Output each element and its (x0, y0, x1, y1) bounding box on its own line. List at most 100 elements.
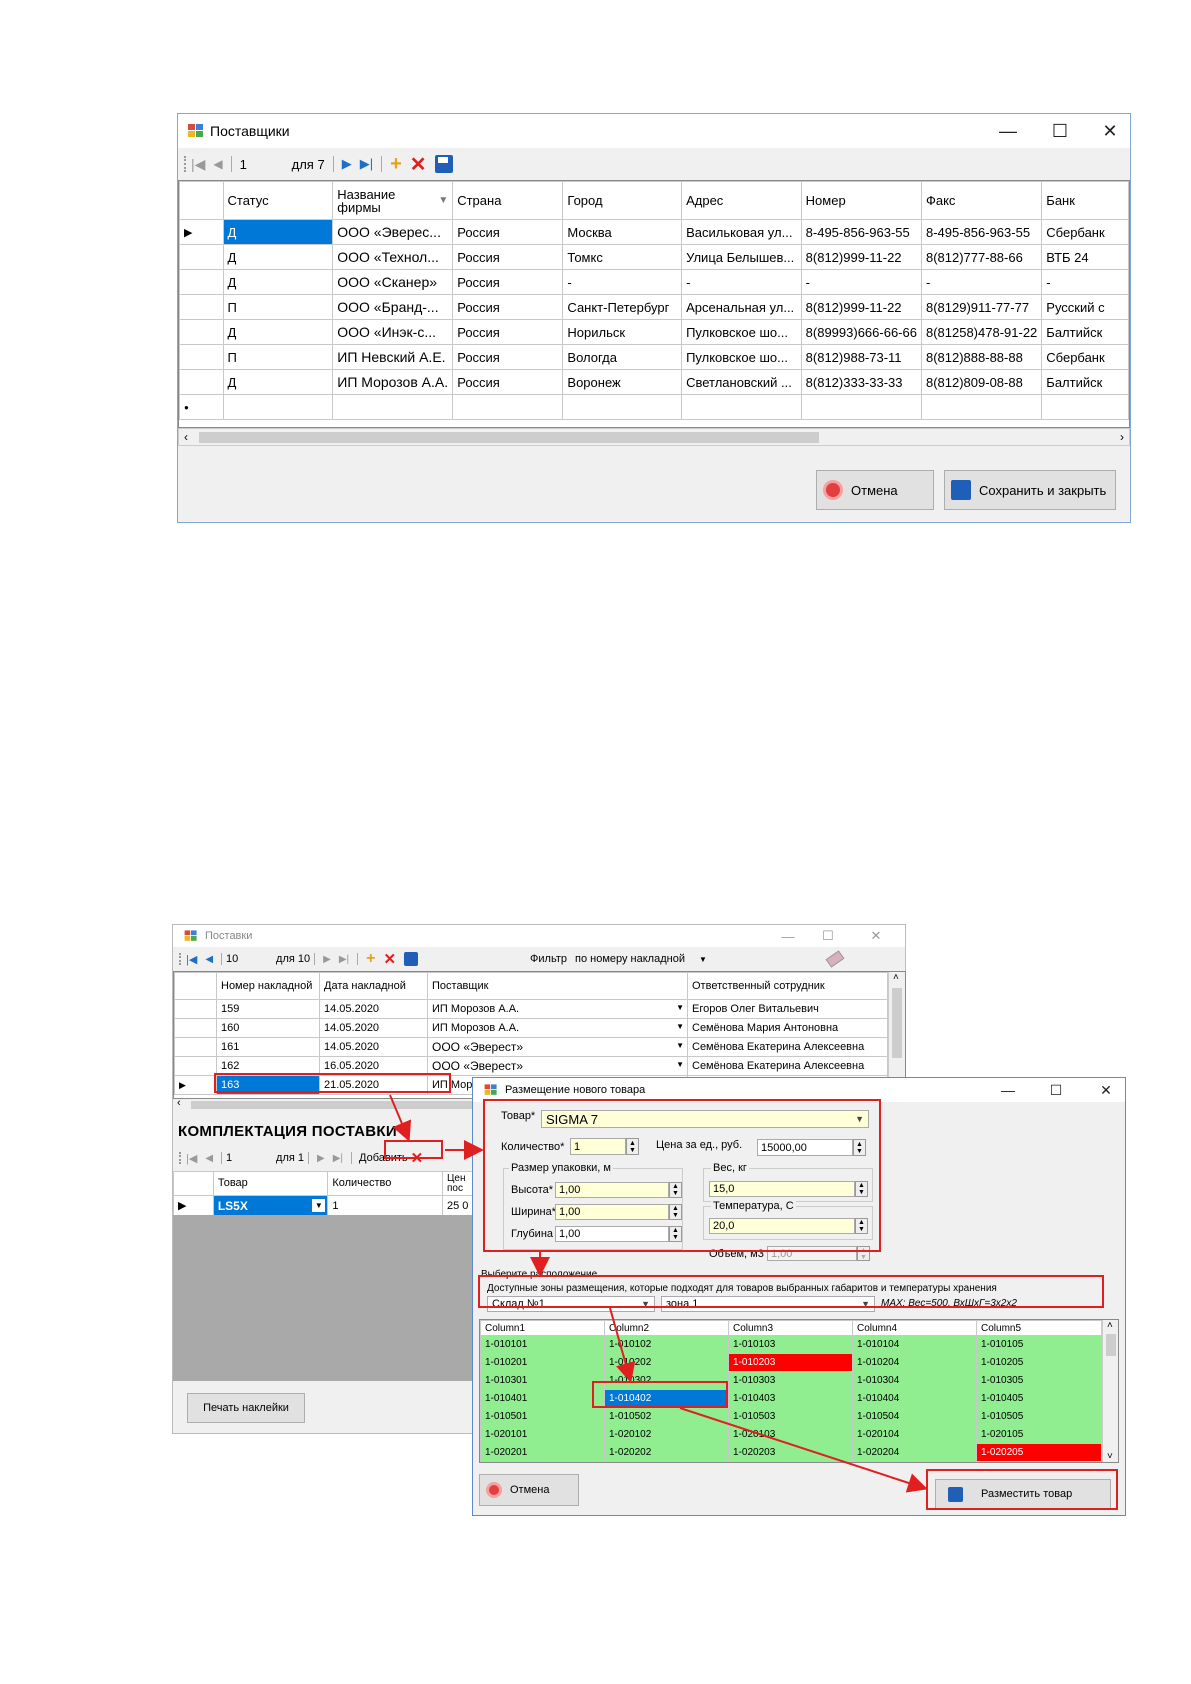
quantity-spin-icon[interactable]: ▲ ▼ (626, 1138, 639, 1155)
storage-cell[interactable]: 1-010502 (604, 1407, 729, 1426)
move-previous-icon[interactable]: ◀ (205, 1153, 213, 1164)
storage-cell[interactable]: 1-010105 (976, 1335, 1102, 1354)
grid-cell[interactable]: Россия (452, 344, 564, 370)
storage-cell[interactable]: 1-010403 (728, 1389, 853, 1408)
table-row[interactable]: 160 14.05.2020 ИП Морозов А.А. ▼ Семёнова Ма… (174, 1018, 888, 1038)
scroll-up-icon[interactable]: ˄ (893, 972, 899, 983)
row-header[interactable] (174, 999, 217, 1019)
grid-cell[interactable]: Россия (452, 319, 564, 345)
grid-cell[interactable]: ООО «Технол... (332, 244, 454, 270)
delete-icon[interactable]: ✕ (383, 950, 396, 968)
height-stepper[interactable]: 1,00 (555, 1182, 669, 1198)
chevron-down-icon[interactable]: ▼ (312, 1199, 326, 1212)
grid-cell[interactable]: 14.05.2020 (319, 999, 428, 1019)
grid-cell[interactable]: Арсенальная ул... (681, 294, 802, 320)
price-spin-icon[interactable]: ▲ ▼ (853, 1139, 866, 1156)
grid-cell[interactable]: Сбербанк (1041, 219, 1129, 245)
grid-cell[interactable]: ИП Морозов А.А. (332, 369, 454, 395)
width-stepper[interactable]: 1,00 (555, 1204, 669, 1220)
minimize-icon[interactable]: — (988, 114, 1028, 148)
storage-cell[interactable]: 1-020203 (728, 1443, 853, 1462)
row-header[interactable]: ▶ (173, 1195, 214, 1215)
grid-cell[interactable]: 8-495-856-963-55 (920, 219, 1043, 245)
grid-cell[interactable]: Д (222, 369, 334, 395)
grid-cell[interactable]: ИП Невский А.Е. (332, 344, 454, 370)
weight-spin-icon[interactable]: ▲ ▼ (855, 1181, 868, 1197)
storage-cell[interactable]: 1-010301 (480, 1371, 605, 1390)
delete-icon[interactable]: ✕ (411, 1149, 424, 1167)
storage-cell[interactable]: 1-020105 (976, 1425, 1102, 1444)
grid-cell[interactable]: 21.05.2020 (319, 1075, 428, 1095)
row-header[interactable] (179, 344, 224, 370)
horizontal-scrollbar[interactable]: ‹ › (178, 428, 1130, 446)
scroll-right-icon[interactable]: › (1120, 430, 1124, 444)
grid-cell[interactable]: 162 (216, 1056, 320, 1076)
storage-cell[interactable]: 1-010103 (728, 1335, 853, 1354)
table-row[interactable]: 1-010101 1-010102 1-010103 1-010104 1-010105 (480, 1335, 1102, 1354)
add-icon[interactable]: + (366, 950, 375, 968)
grid-cell[interactable]: ООО «Эверес... (332, 219, 454, 245)
grid-cell[interactable]: Васильковая ул... (681, 219, 802, 245)
grid-cell[interactable]: 8(89993)666-66-66 (800, 319, 922, 345)
price-stepper[interactable]: 15000,00 (757, 1139, 853, 1156)
column-header[interactable]: Факс (920, 181, 1043, 220)
maximize-icon[interactable]: ☐ (1040, 114, 1080, 148)
storage-cell[interactable]: 1-010303 (728, 1371, 853, 1390)
grid-cell[interactable]: 14.05.2020 (319, 1037, 428, 1057)
grid-cell[interactable]: Россия (452, 294, 564, 320)
grid-cell[interactable]: Балтийск (1041, 319, 1129, 345)
grid-cell[interactable]: Сбербанк (1041, 344, 1129, 370)
grid-cell[interactable]: Норильск (562, 319, 683, 345)
grid-cell[interactable]: 159 (216, 999, 320, 1019)
grid-cell[interactable]: - (800, 269, 922, 295)
grid-cell[interactable]: Д (222, 244, 334, 270)
grid-cell[interactable]: Улица Белышев... (681, 244, 802, 270)
minimize-icon[interactable]: — (993, 1078, 1023, 1102)
place-item-button[interactable]: Разместить товар (935, 1479, 1111, 1509)
storage-cell[interactable]: 1-010504 (852, 1407, 977, 1426)
move-last-icon[interactable]: ▶| (333, 1153, 343, 1164)
scroll-thumb[interactable] (892, 988, 902, 1058)
product-select[interactable]: SIGMA 7 ▼ (541, 1110, 869, 1128)
grid-cell[interactable]: Семёнова Екатерина Алексеевна (687, 1037, 888, 1057)
storage-cell[interactable]: 1-010202 (604, 1353, 729, 1372)
grid-cell[interactable]: Россия (452, 244, 564, 270)
storage-cell[interactable]: 1-010102 (604, 1335, 729, 1354)
minimize-icon[interactable]: — (773, 925, 803, 947)
toolbar-grip[interactable] (179, 953, 182, 965)
storage-cell[interactable]: 1-010401 (480, 1389, 605, 1408)
table-row[interactable]: П ООО «Бранд-... Россия Санкт-Петербург Арсе… (179, 294, 1129, 320)
grid-cell[interactable]: Балтийск (1041, 369, 1129, 395)
column-header[interactable]: Поставщик (427, 972, 688, 1000)
grid-cell[interactable]: 8(812)999-11-22 (800, 244, 922, 270)
move-last-icon[interactable]: ▶| (360, 156, 373, 172)
grid-cell[interactable]: Вологда (562, 344, 683, 370)
grid-cell[interactable] (800, 394, 922, 420)
storage-cell[interactable]: 1-010302 (604, 1371, 729, 1390)
grid-cell[interactable]: Москва (562, 219, 683, 245)
storage-cell[interactable]: 1-010501 (480, 1407, 605, 1426)
grid-cell[interactable]: 8-495-856-963-55 (800, 219, 922, 245)
storage-cell[interactable]: 1-020205 (976, 1443, 1102, 1462)
position-field[interactable]: 10 (226, 953, 276, 965)
maximize-icon[interactable]: ☐ (813, 925, 843, 947)
filter-select[interactable]: по номеру накладной ▼ (575, 953, 707, 965)
grid-cell[interactable]: - (681, 269, 802, 295)
chevron-down-icon[interactable]: ▼ (676, 1003, 684, 1012)
delete-icon[interactable]: ✕ (410, 152, 427, 177)
scroll-left-icon[interactable]: ‹ (184, 430, 188, 444)
storage-cell[interactable]: 1-020103 (728, 1425, 853, 1444)
move-first-icon[interactable]: |◀ (186, 1152, 197, 1165)
column-header[interactable]: Номер (800, 181, 922, 220)
row-header[interactable] (179, 269, 224, 295)
height-spin-icon[interactable]: ▲ ▼ (669, 1182, 682, 1198)
move-previous-icon[interactable]: ◀ (205, 954, 213, 965)
grid-cell[interactable]: ВТБ 24 (1041, 244, 1129, 270)
column-header[interactable]: Адрес (681, 181, 802, 220)
column-header[interactable]: Column5 (976, 1320, 1102, 1336)
storage-cell[interactable]: 1-010505 (976, 1407, 1102, 1426)
storage-cell[interactable]: 1-020102 (604, 1425, 729, 1444)
close-icon[interactable]: ✕ (861, 925, 891, 947)
grid-cell[interactable]: Россия (452, 269, 564, 295)
grid-cell[interactable]: ИП Морозов А.А. ▼ (427, 999, 688, 1019)
